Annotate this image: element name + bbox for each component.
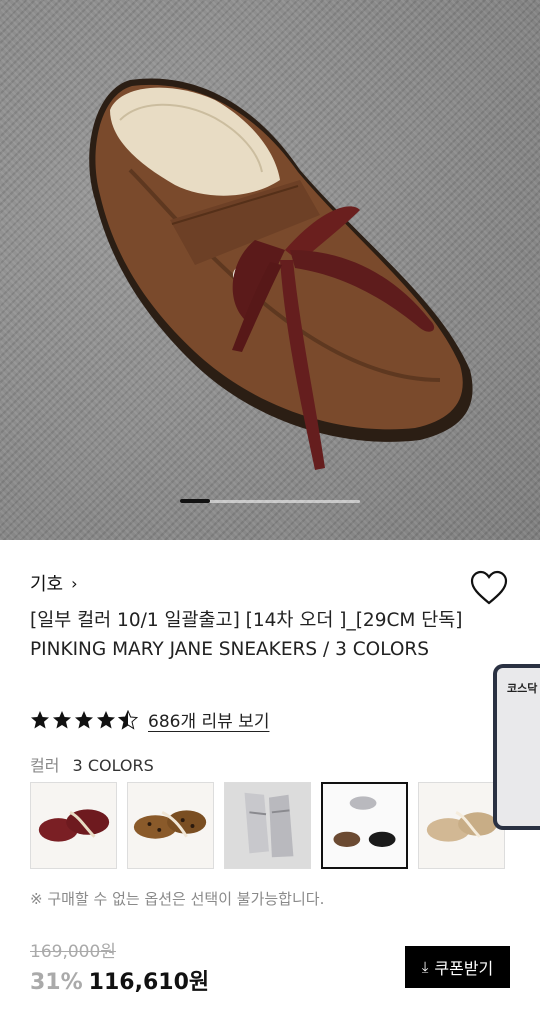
color-value: 3 COLORS [72,756,154,775]
carousel-indicator [180,499,360,503]
color-label: 컬러 3 COLORS [30,752,154,776]
coupon-label: 쿠폰받기 [434,959,494,978]
carousel-indicator-active [180,499,210,503]
half-star-icon [118,709,138,730]
coupon-button[interactable]: ⤓ 쿠폰받기 [405,946,510,988]
product-title: [일부 컬러 10/1 일괄출고] [14차 오더 ]_[29CM 단독] PI… [30,610,463,660]
heart-icon[interactable] [470,570,508,606]
product-image[interactable] [0,0,540,540]
leopard-shoe-thumbnail [128,783,213,868]
swatch-leopard[interactable] [127,782,214,869]
original-price: 169,000원 [30,942,116,962]
brand-link[interactable]: 기호 › [30,570,78,596]
color-swatches [30,782,505,869]
star-icon [75,710,93,728]
burgundy-shoe-thumbnail [31,783,116,868]
sale-price: 116,610원 [88,970,210,995]
chevron-right-icon: › [71,573,78,593]
color-label-text: 컬러 [30,756,60,775]
star-icon [53,710,71,728]
download-icon: ⤓ [421,958,429,976]
beige-shoe-thumbnail [419,783,504,868]
floating-ad-label: 코스닥 [507,682,538,695]
shoe-illustration [89,78,473,470]
swatch-silver[interactable] [224,782,311,869]
swatch-all-colors[interactable] [321,782,408,869]
star-icon [97,710,115,728]
review-link[interactable]: 686개 리뷰 보기 [148,707,269,732]
price-row: 31% 116,610원 [30,964,209,996]
swatch-burgundy[interactable] [30,782,117,869]
star-icon [31,710,49,728]
option-notice: ※ 구매할 수 없는 옵션은 선택이 불가능합니다. [30,890,325,908]
floating-ad-inner: 코스닥 [497,668,540,826]
floating-ad-card[interactable]: 코스닥 [493,664,540,830]
swatch-beige[interactable] [418,782,505,869]
discount-rate: 31% [30,970,83,995]
all-colors-shoe-thumbnail [323,784,406,867]
rating-row: 686개 리뷰 보기 [30,707,269,732]
silver-shoe-thumbnail [225,783,310,868]
brand-name: 기호 [30,574,64,595]
